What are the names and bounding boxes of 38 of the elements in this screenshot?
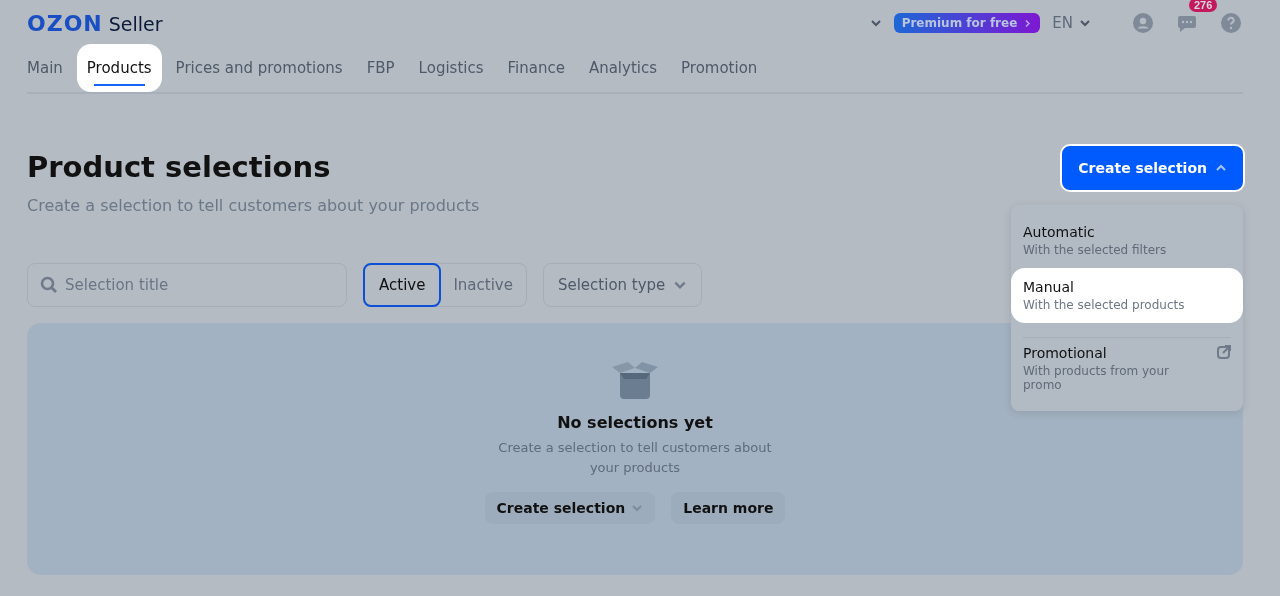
logo[interactable]: OZON — [27, 10, 103, 36]
page-title: Product selections — [27, 150, 332, 184]
caret-icon — [869, 17, 882, 29]
type-select[interactable]: Selection type — [542, 263, 703, 307]
menu-item[interactable]: Manual With the selected products — [1011, 268, 1243, 323]
nav-tab[interactable]: Finance — [497, 44, 575, 92]
menu-item[interactable]: Automatic With the selected filters — [1011, 213, 1243, 268]
nav-tab[interactable]: Analytics — [578, 44, 667, 92]
nav-tab[interactable]: FBP — [356, 44, 405, 92]
page-subtitle: Create a selection to tell customers about your products — [27, 196, 480, 215]
nav-tab[interactable]: Promotion — [671, 44, 768, 92]
external-link-icon — [1217, 345, 1231, 359]
user-icon — [1133, 13, 1153, 33]
premium-button[interactable]: Premium for free — [893, 13, 1041, 33]
logo-text: Seller — [108, 12, 163, 35]
search-field[interactable]: Selection title — [27, 263, 347, 307]
account-button[interactable] — [1133, 13, 1153, 33]
nav-tab[interactable]: Main — [27, 44, 73, 92]
nav-tab[interactable]: Logistics — [408, 44, 494, 92]
notification-badge: 276 — [1189, 0, 1218, 12]
nav-tab[interactable]: Products — [76, 44, 162, 92]
chat-icon — [1177, 13, 1197, 33]
language-select[interactable]: EN — [1052, 14, 1091, 32]
status-toggle[interactable]: Inactive — [439, 263, 527, 307]
search-icon — [40, 276, 58, 294]
create-selection-button[interactable]: Create selection — [484, 492, 656, 524]
nav-tab[interactable]: Prices and promotions — [165, 44, 353, 92]
menu-item[interactable]: Promotional With products from your promo — [1011, 334, 1243, 403]
create-selection-button[interactable]: Create selection — [1060, 144, 1245, 192]
help-button[interactable] — [1221, 13, 1241, 33]
status-toggle[interactable]: Active — [363, 263, 442, 307]
caret-icon — [1079, 17, 1091, 29]
empty-text: Create a selection to tell customers about your products — [497, 439, 773, 477]
chevron-icon — [1023, 18, 1033, 28]
learn-more-button[interactable]: Learn more — [671, 492, 786, 524]
empty-title: No selections yet — [557, 413, 713, 432]
help-icon — [1221, 13, 1241, 33]
caret-icon — [631, 502, 644, 514]
